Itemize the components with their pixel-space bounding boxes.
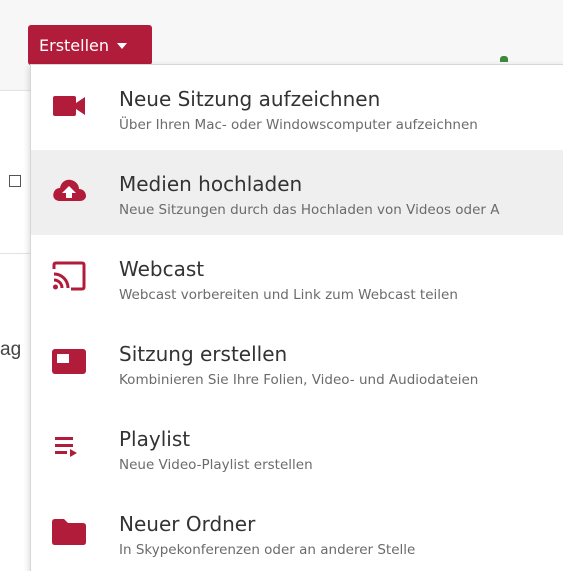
menu-item-upload-media[interactable]: Medien hochladen Neue Sitzungen durch da… xyxy=(31,150,563,235)
create-button[interactable]: Erstellen xyxy=(28,25,152,65)
menu-item-title: Playlist xyxy=(119,427,191,451)
menu-item-title: Neuer Ordner xyxy=(119,512,256,536)
menu-item-title: Neue Sitzung aufzeichnen xyxy=(119,87,381,111)
app-page: ag Erstellen Neue Sitzung aufzeichnen Üb… xyxy=(0,0,563,571)
menu-item-webcast[interactable]: Webcast Webcast vorbereiten und Link zum… xyxy=(31,235,563,320)
menu-item-title: Sitzung erstellen xyxy=(119,342,288,366)
playlist-icon xyxy=(55,437,77,457)
create-button-label: Erstellen xyxy=(39,35,110,55)
background-text-fragment: ag xyxy=(0,339,22,360)
menu-item-description: Neue Sitzungen durch das Hochladen von V… xyxy=(119,202,500,218)
menu-item-create-session[interactable]: Sitzung erstellen Kombinieren Sie Ihre F… xyxy=(31,320,563,405)
session-screen-icon xyxy=(52,349,86,374)
cloud-upload-icon xyxy=(53,179,86,201)
menu-item-description: Über Ihren Mac- oder Windowscomputer auf… xyxy=(119,117,478,133)
menu-item-playlist[interactable]: Playlist Neue Video-Playlist erstellen xyxy=(31,405,563,490)
folder-icon xyxy=(52,519,86,545)
create-dropdown-menu: Neue Sitzung aufzeichnen Über Ihren Mac-… xyxy=(30,64,563,571)
menu-item-description: Webcast vorbereiten und Link zum Webcast… xyxy=(119,287,458,303)
background-row-checkbox[interactable] xyxy=(9,175,21,187)
video-camera-icon xyxy=(53,96,85,116)
menu-item-new-folder[interactable]: Neuer Ordner In Skypekonferenzen oder an… xyxy=(31,490,563,571)
menu-item-title: Medien hochladen xyxy=(119,172,303,196)
menu-item-description: In Skypekonferenzen oder an anderer Stel… xyxy=(119,542,416,558)
cast-icon xyxy=(52,261,86,291)
menu-item-record-session[interactable]: Neue Sitzung aufzeichnen Über Ihren Mac-… xyxy=(31,65,563,150)
background-green-indicator xyxy=(500,56,508,62)
caret-down-icon xyxy=(117,43,128,49)
menu-item-description: Kombinieren Sie Ihre Folien, Video- und … xyxy=(119,372,479,388)
menu-item-title: Webcast xyxy=(119,257,205,281)
menu-item-description: Neue Video-Playlist erstellen xyxy=(119,457,313,473)
